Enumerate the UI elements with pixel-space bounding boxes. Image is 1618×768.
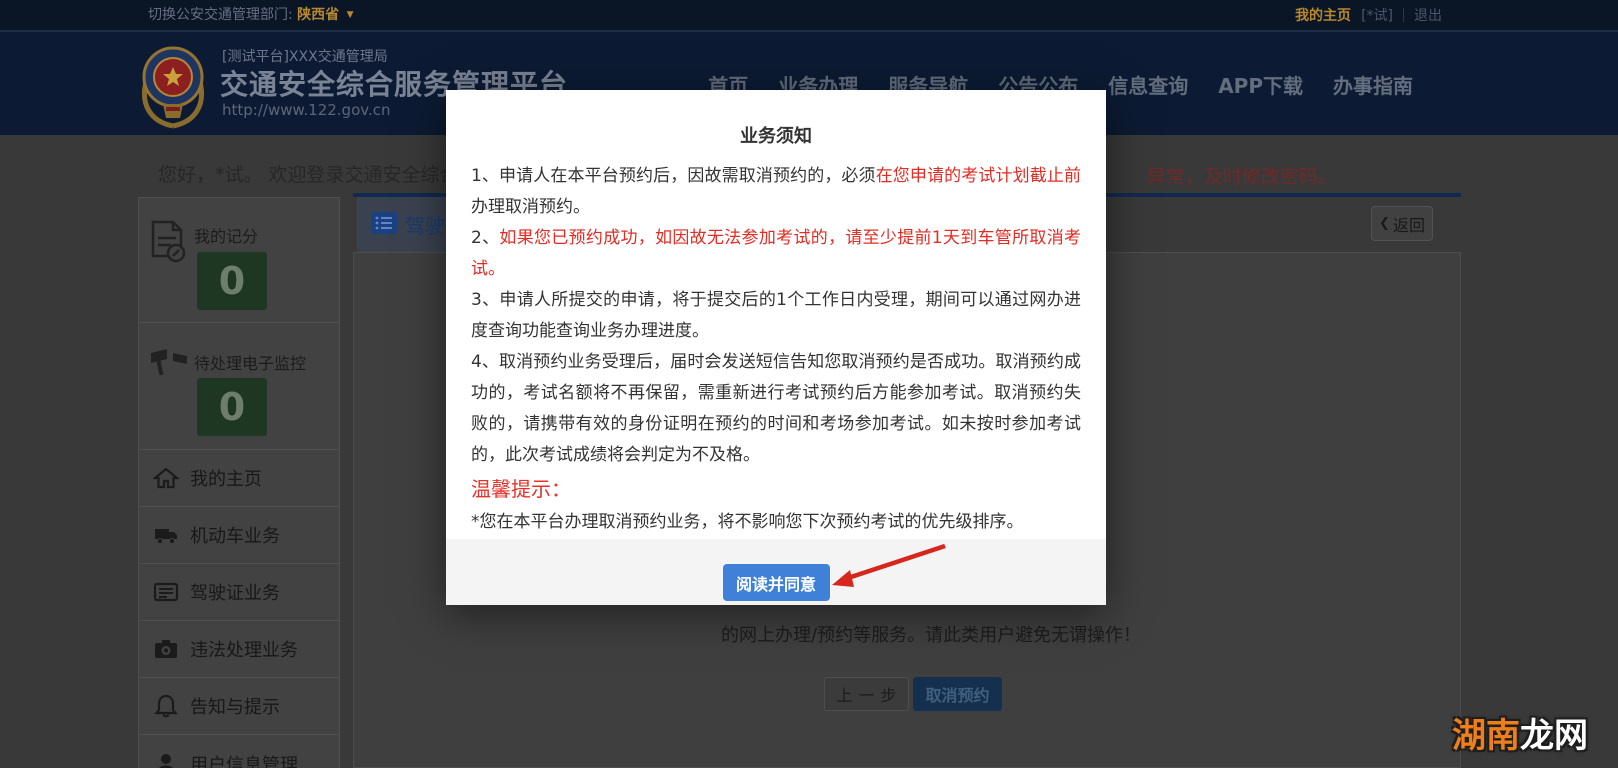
p2-red-text: 如果您已预约成功，如因故无法参加考试的，请至少提前1天到车管所取消考试。: [471, 228, 1081, 279]
welcome-message: 您好，*试。 欢迎登录交通安全综合服: [158, 164, 478, 186]
page: 切换公安交通管理部门: 陕西省 ▼ 我的主页 [*试] 退出 [测试平台]XXX…: [0, 0, 1618, 768]
camera-icon: [153, 636, 179, 662]
license-card-icon: [153, 579, 179, 605]
region-selector[interactable]: 陕西省: [297, 7, 339, 23]
business-notice-modal: 业务须知 1、申请人在本平台预约后，因故需取消预约的，必须在您申请的考试计划截止…: [446, 90, 1106, 605]
p1-red-text: 在您申请的考试计划截止前: [875, 166, 1081, 186]
sidebar-item-label: 驾驶证业务: [190, 583, 280, 604]
bell-icon: [153, 693, 179, 719]
sidebar: 我的记分 0 待处理电子监控 0 我的主页 机动车业务 驾驶证业务 违法处理业务…: [138, 197, 340, 768]
chevron-left-icon: ❮: [1379, 216, 1390, 231]
tab-label: 驾驶: [405, 214, 445, 238]
warm-tip-title: 温馨提示：: [471, 477, 571, 501]
police-badge-logo: [136, 40, 210, 134]
sidebar-item-label: 告知与提示: [190, 697, 280, 718]
watermark-white: 龙网: [1520, 716, 1588, 756]
tab-driving-license[interactable]: 驾驶: [357, 197, 446, 252]
sidebar-item-label: 用户信息管理: [190, 754, 298, 768]
my-points-value[interactable]: 0: [197, 252, 267, 310]
modal-title: 业务须知: [740, 126, 812, 147]
notice-paragraph-4: 4、取消预约业务受理后，届时会发送短信告知您取消预约是否成功。取消预约成功的，考…: [471, 352, 1081, 465]
back-button-label: 返回: [1392, 215, 1425, 235]
my-home-user-tag: [*试]: [1361, 8, 1393, 24]
sidebar-item-violation-business[interactable]: 违法处理业务: [139, 621, 339, 678]
p1-text: 1、申请人在本平台预约后，因故需取消预约的，必须: [471, 166, 876, 186]
caret-down-icon: ▼: [346, 10, 354, 20]
previous-step-button[interactable]: 上一步: [824, 677, 909, 711]
switch-department-label: 切换公安交通管理部门:: [148, 7, 293, 23]
modal-body: 业务须知 1、申请人在本平台预约后，因故需取消预约的，必须在您申请的考试计划截止…: [446, 90, 1106, 538]
score-document-icon: [149, 220, 187, 268]
watermark-orange: 湖南: [1452, 716, 1520, 756]
notice-paragraph-1: 1、申请人在本平台预约后，因故需取消预约的，必须在您申请的考试计划截止前办理取消…: [471, 161, 1081, 223]
nav-handling-guide[interactable]: 办事指南: [1333, 70, 1413, 99]
site-url: http://www.122.gov.cn: [222, 101, 391, 119]
pending-surveillance-value[interactable]: 0: [197, 378, 267, 436]
topbar-user-links: 我的主页 [*试] 退出: [1295, 0, 1442, 30]
sidebar-item-label: 机动车业务: [190, 526, 280, 547]
home-icon: [151, 465, 181, 491]
modal-footer: 阅读并同意: [446, 539, 1106, 605]
stat-my-points: 我的记分 0: [139, 198, 339, 323]
password-warning: 异常，及时修改密码。: [1147, 166, 1338, 188]
cancel-reservation-button[interactable]: 取消预约: [913, 677, 1002, 711]
back-button[interactable]: ❮ 返回: [1371, 206, 1433, 241]
annotation-arrow: [832, 543, 946, 587]
user-icon: [153, 751, 179, 768]
list-icon: [371, 211, 397, 238]
sidebar-item-vehicle-business[interactable]: 机动车业务: [139, 507, 339, 564]
stat-label: 待处理电子监控: [194, 354, 307, 373]
notice-paragraph-2: 2、如果您已预约成功，如因故无法参加考试的，请至少提前1天到车管所取消考试。: [471, 223, 1081, 285]
sidebar-item-notifications[interactable]: 告知与提示: [139, 678, 339, 735]
sidebar-item-user-info[interactable]: 用户信息管理: [139, 735, 339, 768]
sidebar-item-label: 我的主页: [190, 469, 262, 490]
my-home-link[interactable]: 我的主页: [1295, 5, 1351, 25]
logout-link[interactable]: 退出: [1414, 5, 1442, 25]
vehicle-icon: [153, 522, 179, 548]
surveillance-camera-icon: [149, 345, 189, 389]
stat-label: 我的记分: [194, 227, 259, 246]
p1-text-end: 办理取消预约。: [471, 197, 590, 217]
sidebar-item-my-home[interactable]: 我的主页: [139, 450, 339, 507]
warm-tip-note: *您在本平台办理取消预约业务，将不影响您下次预约考试的优先级排序。: [471, 512, 1024, 532]
stat-pending-surveillance: 待处理电子监控 0: [139, 323, 339, 450]
switch-department[interactable]: 切换公安交通管理部门: 陕西省 ▼: [148, 0, 354, 30]
p2-text: 2、: [471, 228, 500, 248]
topbar: 切换公安交通管理部门: 陕西省 ▼ 我的主页 [*试] 退出: [0, 0, 1618, 32]
sidebar-item-license-business[interactable]: 驾驶证业务: [139, 564, 339, 621]
divider: [1403, 8, 1404, 22]
nav-info-query[interactable]: 信息查询: [1108, 70, 1188, 99]
notice-paragraph-3: 3、申请人所提交的申请，将于提交后的1个工作日内受理，期间可以通过网办进度查询功…: [471, 290, 1081, 341]
sidebar-item-label: 违法处理业务: [190, 640, 298, 661]
notice-fragment-text: 的网上办理/预约等服务。请此类用户避免无谓操作！: [721, 625, 1142, 646]
nav-app-download[interactable]: APP下载: [1218, 70, 1303, 99]
watermark: 湖南龙网: [1452, 708, 1588, 757]
